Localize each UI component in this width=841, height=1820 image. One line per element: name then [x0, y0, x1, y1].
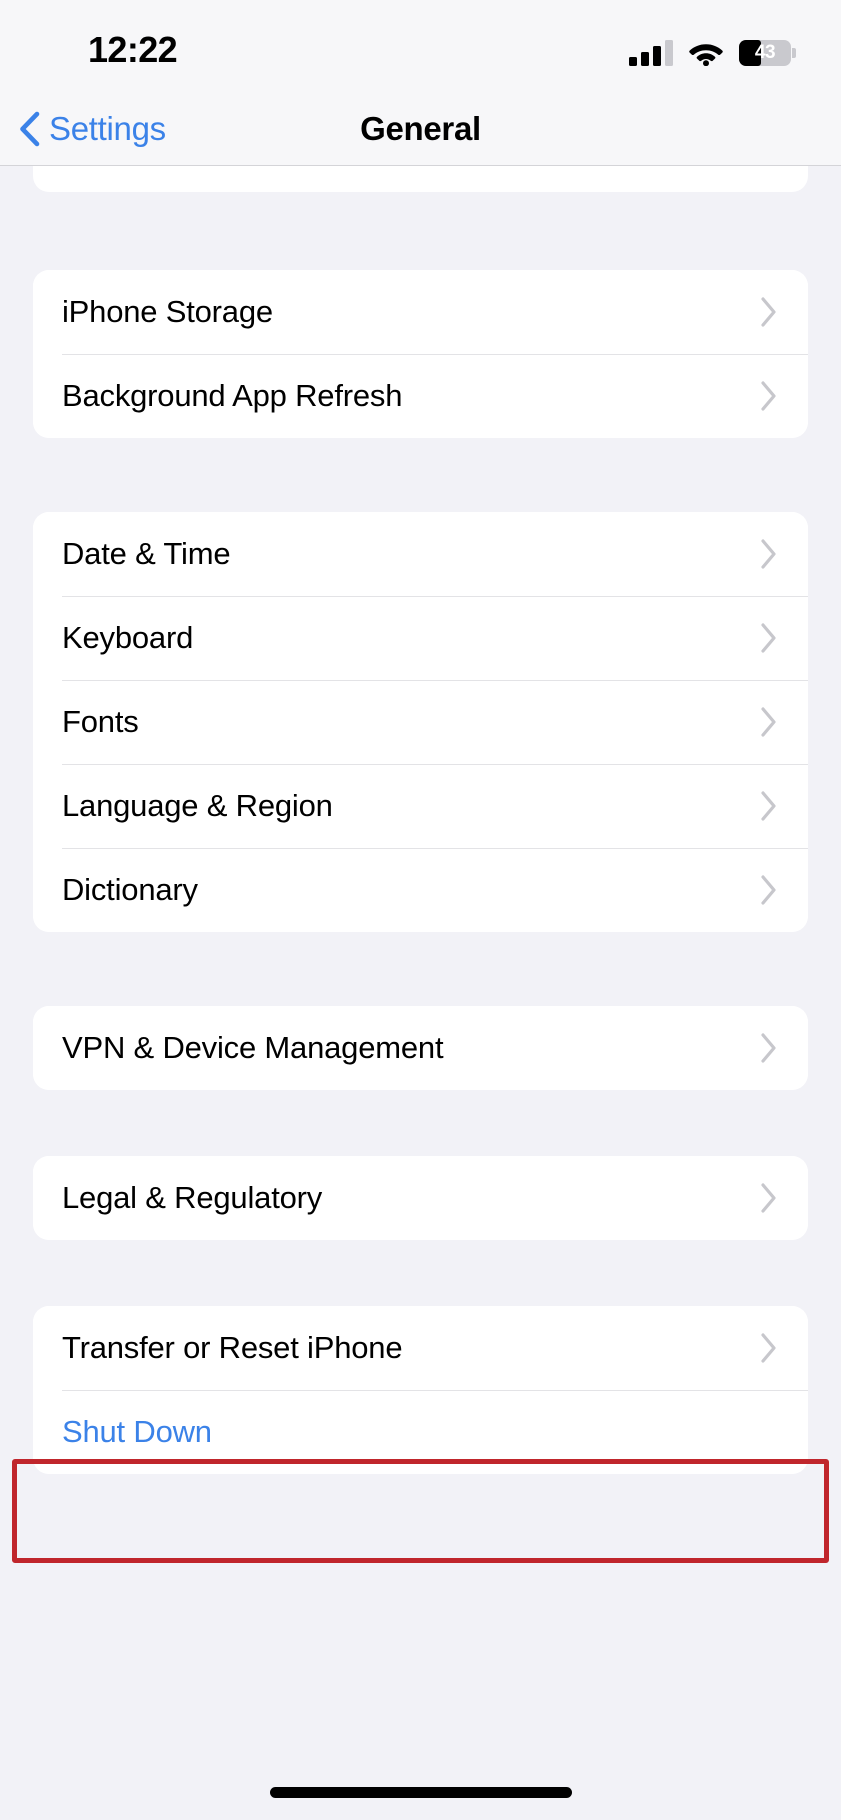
settings-row-label: Legal & Regulatory — [62, 1180, 323, 1215]
page-title: General — [360, 110, 481, 147]
group-localization: Date & Time Keyboard Fonts Language & Regio… — [33, 512, 808, 932]
settings-row-date-and-time[interactable]: Date & Time — [33, 512, 808, 596]
settings-row-label: Background App Refresh — [62, 378, 403, 413]
settings-row-label: Transfer or Reset iPhone — [62, 1330, 403, 1365]
chevron-right-icon — [761, 707, 776, 737]
settings-row-label: Shut Down — [62, 1414, 212, 1449]
chevron-right-icon — [761, 1183, 776, 1213]
settings-row-transfer-or-reset-iphone[interactable]: Transfer or Reset iPhone — [33, 1306, 808, 1390]
chevron-right-icon — [761, 623, 776, 653]
cellular-bar-2 — [641, 52, 649, 66]
battery-icon: 43 — [739, 40, 796, 66]
chevron-right-icon — [761, 875, 776, 905]
settings-row-label: Dictionary — [62, 872, 198, 907]
cellular-bar-3 — [653, 46, 661, 66]
status-bar-clock: 12:22 — [88, 29, 178, 70]
settings-row-language-and-region[interactable]: Language & Region — [33, 764, 808, 848]
settings-row-shut-down[interactable]: Shut Down — [33, 1390, 808, 1474]
settings-row-label: Keyboard — [62, 620, 194, 655]
iphone-screen: 12:22 43 Settings General iPhone Storage… — [0, 0, 841, 1820]
status-bar-indicators: 43 — [629, 32, 796, 66]
chevron-right-icon — [761, 791, 776, 821]
status-bar: 12:22 43 — [0, 0, 841, 92]
group-storage: iPhone Storage Background App Refresh — [33, 270, 808, 438]
navigation-bar: Settings General — [0, 92, 841, 166]
group-legal: Legal & Regulatory — [33, 1156, 808, 1240]
settings-row-label: Fonts — [62, 704, 139, 739]
chevron-right-icon — [761, 1033, 776, 1063]
chevron-right-icon — [761, 539, 776, 569]
settings-row-fonts[interactable]: Fonts — [33, 680, 808, 764]
settings-row-legal-and-regulatory[interactable]: Legal & Regulatory — [33, 1156, 808, 1240]
settings-row-label: Date & Time — [62, 536, 231, 571]
chevron-right-icon — [761, 297, 776, 327]
wifi-icon — [689, 44, 723, 66]
settings-row-iphone-storage[interactable]: iPhone Storage — [33, 270, 808, 354]
group-reset: Transfer or Reset iPhone Shut Down — [33, 1306, 808, 1474]
settings-row-keyboard[interactable]: Keyboard — [33, 596, 808, 680]
cellular-bar-1 — [629, 57, 637, 66]
settings-row-dictionary[interactable]: Dictionary — [33, 848, 808, 932]
settings-row-label: Language & Region — [62, 788, 333, 823]
chevron-right-icon — [761, 1333, 776, 1363]
settings-row-label: VPN & Device Management — [62, 1030, 444, 1065]
cellular-bars-icon — [629, 40, 673, 66]
settings-row-background-app-refresh[interactable]: Background App Refresh — [33, 354, 808, 438]
chevron-right-icon — [761, 381, 776, 411]
battery-percent-label: 43 — [754, 42, 776, 63]
group-vpn: VPN & Device Management — [33, 1006, 808, 1090]
home-indicator-area — [0, 1728, 841, 1820]
home-indicator[interactable] — [269, 1787, 572, 1798]
battery-cap — [792, 48, 796, 58]
settings-list[interactable]: iPhone Storage Background App Refresh Date… — [0, 166, 841, 1728]
group-partial-top — [33, 166, 808, 192]
settings-row-label: iPhone Storage — [62, 294, 273, 329]
settings-row-vpn-and-device-management[interactable]: VPN & Device Management — [33, 1006, 808, 1090]
cellular-bar-4 — [665, 40, 673, 66]
